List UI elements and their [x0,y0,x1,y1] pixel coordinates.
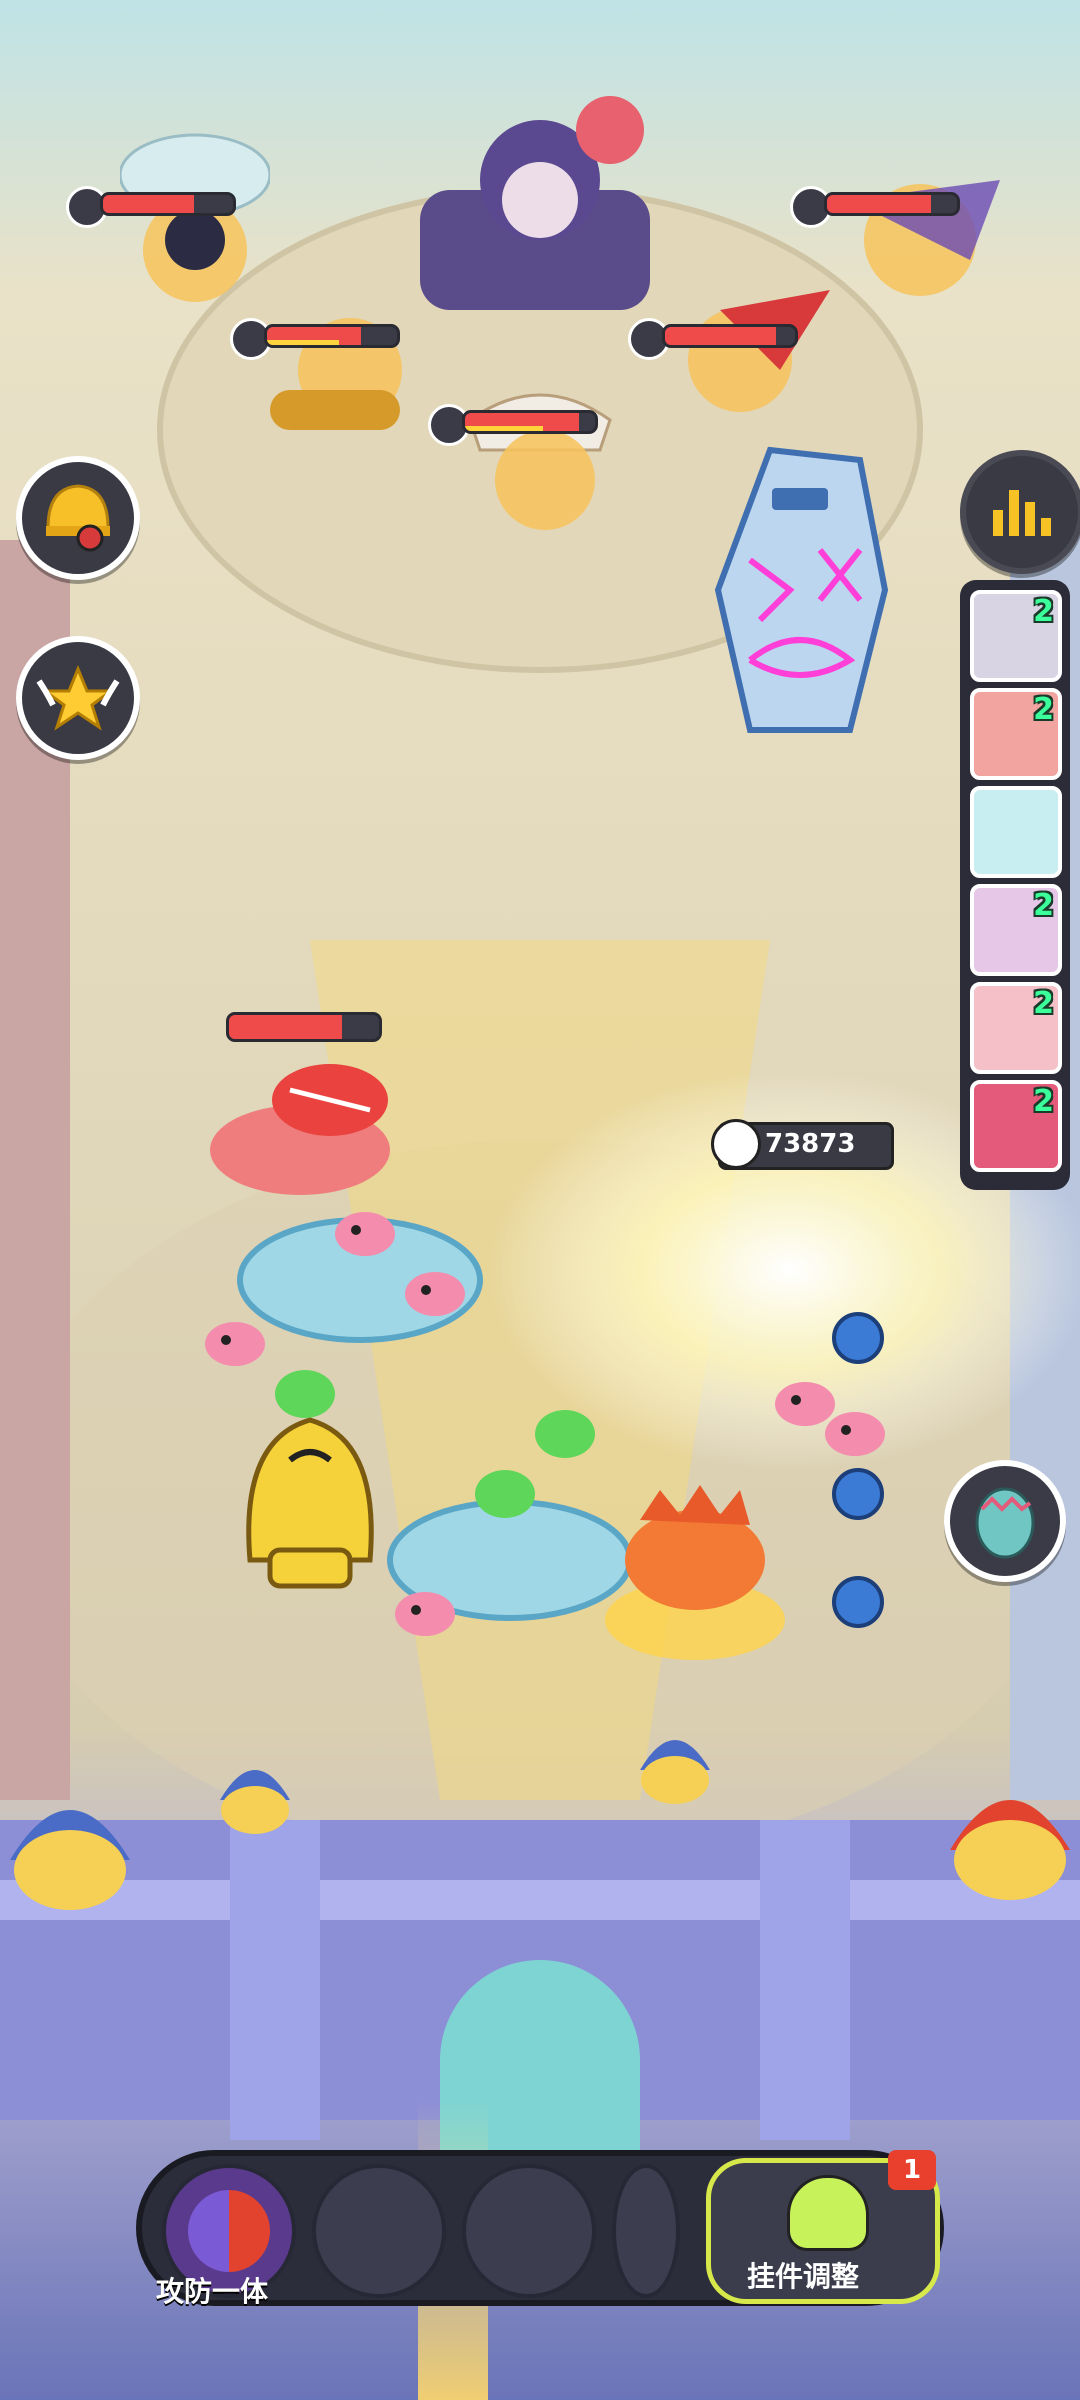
green-slime-minion [475,1470,535,1518]
boss-face-icon [711,1119,761,1169]
enemy-hero-5 [460,380,620,540]
egg-button[interactable] [944,1460,1066,1582]
boss-hp-box: 73873 [711,1119,894,1170]
knight-guard-left [10,1810,130,1910]
hero-slot-6[interactable]: 2 [970,1080,1062,1172]
enemy-hero-3 [260,290,440,460]
enemy-hero-4-hp-bar [662,324,798,348]
red-boss-unit [190,1040,420,1200]
hero-count: 2 [1033,692,1054,727]
enemy-hero-2 [820,140,1020,310]
helmet-icon [38,476,118,560]
hero-slot-1[interactable]: 2 [970,590,1062,682]
winged-star-button[interactable] [16,636,140,760]
hero-count: 2 [1033,986,1054,1021]
hero-roster-panel: 2 2 2 2 2 [960,580,1070,1190]
enemy-hero-boss-witch [410,70,670,350]
skill-slot-empty-2[interactable] [462,2164,596,2298]
plugin-adjust-label: 挂件调整 [747,2260,860,2293]
pink-crab-minion [405,1272,465,1316]
hero-slot-4[interactable]: 2 [970,884,1062,976]
crystal-shield [710,440,890,740]
enemy-hero-1-hp-bar [100,192,236,216]
slime-icon [787,2175,869,2251]
hero-slot-2[interactable]: 2 [970,688,1062,780]
red-boss-hp-bar [226,1012,382,1042]
helmet-button[interactable] [16,456,140,580]
stats-bars-icon [987,480,1057,544]
orange-crab-tower [600,1470,790,1660]
green-slime-minion [275,1370,335,1418]
knight-minion [220,1770,290,1834]
skill-slot-empty-3[interactable] [612,2164,680,2298]
hero-count: 2 [1033,594,1054,629]
yellow-bell-unit [230,1400,390,1600]
winged-star-icon [33,661,123,735]
battle-scene: 2 2 2 2 2 73873 攻防一体 挂件调整 1 [0,0,1080,2400]
pink-crab-minion [825,1412,885,1456]
pink-crab-minion [205,1322,265,1366]
enemy-hero-5-hp-bar [462,410,598,434]
hero-count: 2 [1033,1084,1054,1119]
knight-minion [640,1740,710,1804]
boss-hp-number: 73873 [765,1129,856,1159]
hero-count: 2 [1033,888,1054,923]
attack-defense-icon [188,2190,270,2272]
egg-icon [970,1479,1040,1563]
plugin-badge: 1 [888,2150,936,2190]
knight-guard-right [950,1800,1070,1900]
pink-crab-minion [395,1592,455,1636]
enemy-hero-3-hp-bar [264,324,400,348]
stats-button[interactable] [960,450,1080,574]
blue-orb [832,1312,884,1364]
skill-slot-empty-1[interactable] [312,2164,446,2298]
enemy-hero-2-hp-bar [824,192,960,216]
pink-crab-minion [335,1212,395,1256]
hero-slot-5[interactable]: 2 [970,982,1062,1074]
blue-orb [832,1468,884,1520]
green-slime-minion [535,1410,595,1458]
hero-slot-3[interactable] [970,786,1062,878]
blue-orb [832,1576,884,1628]
arena-background [0,187,1080,2400]
attack-defense-label: 攻防一体 [156,2275,269,2308]
